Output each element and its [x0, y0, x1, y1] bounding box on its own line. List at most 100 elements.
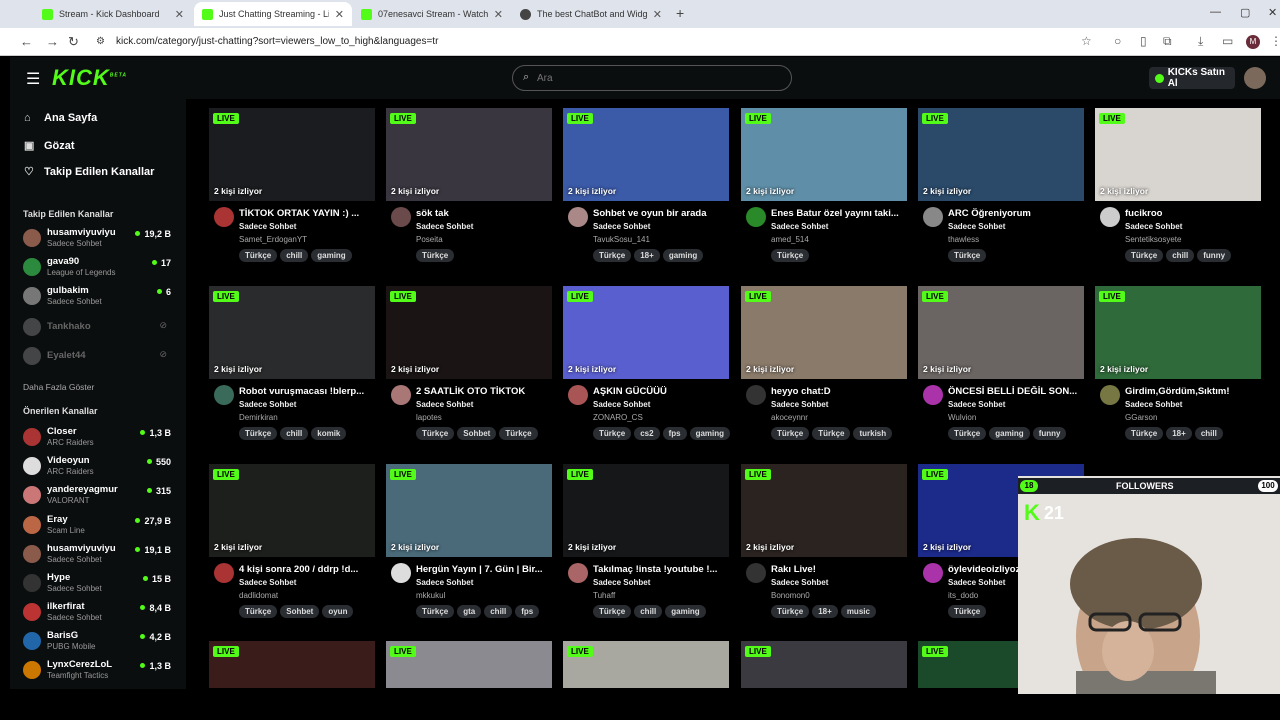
stream-card[interactable]: LIVE 2 kişi izliyor Takılmaç !insta !youtu… [563, 464, 729, 636]
minimize-icon[interactable]: — [1210, 6, 1221, 18]
new-tab-icon[interactable]: + [676, 5, 684, 21]
tag-chip[interactable]: music [840, 605, 876, 618]
stream-card[interactable]: LIVE 2 kişi izliyor ARC Öğreniyorum Sadece … [918, 108, 1084, 280]
tag-chip[interactable]: Türkçe [1125, 427, 1164, 440]
browser-tab[interactable]: Just Chatting Streaming - Live S ✕ [194, 2, 352, 26]
sidebar-channel-item[interactable]: Eyalet44 ⊘ [23, 343, 183, 369]
menu-dots-icon[interactable]: ⋮ [1270, 34, 1280, 48]
bookmark-star-icon[interactable]: ☆ [1081, 34, 1092, 48]
tag-chip[interactable]: gta [457, 605, 482, 618]
streamer-name[interactable]: ZONARO_CS [593, 413, 643, 422]
streamer-avatar[interactable] [746, 385, 766, 405]
streamer-name[interactable]: Poseita [416, 235, 443, 244]
stream-title[interactable]: 2 SAATLİK OTO TİKTOK [416, 386, 552, 397]
sidebar-nav-item[interactable]: ♡ Takip Edilen Kanallar [24, 165, 154, 179]
streamer-avatar[interactable] [746, 207, 766, 227]
streamer-avatar[interactable] [568, 207, 588, 227]
streamer-name[interactable]: lapotes [416, 413, 442, 422]
tag-chip[interactable]: 18+ [1166, 427, 1192, 440]
streamer-avatar[interactable] [391, 385, 411, 405]
stream-category[interactable]: Sadece Sohbet [948, 578, 1005, 587]
streamer-name[interactable]: thawless [948, 235, 979, 244]
tab-close-icon[interactable]: ✕ [175, 8, 184, 21]
stream-card[interactable]: LIVE 2 kişi izliyor fucikroo Sadece Sohbet S… [1095, 108, 1261, 280]
stream-category[interactable]: Sadece Sohbet [1125, 400, 1182, 409]
tag-chip[interactable]: gaming [689, 427, 731, 440]
stream-category[interactable]: Sadece Sohbet [593, 400, 650, 409]
sidebar-channel-item[interactable]: Eray Scam Line 27,9 B [23, 512, 183, 538]
tab-close-icon[interactable]: ✕ [653, 8, 662, 21]
show-more-link[interactable]: Daha Fazla Göster [23, 382, 94, 392]
tag-chip[interactable]: funny [1197, 249, 1232, 262]
stream-title[interactable]: ÖNCESİ BELLİ DEĞİL SON... [948, 386, 1084, 397]
streamer-avatar[interactable] [214, 385, 234, 405]
tag-chip[interactable]: Türkçe [771, 427, 810, 440]
streamer-avatar[interactable] [746, 563, 766, 583]
stream-card[interactable]: LIVE 2 kişi izliyor 2 SAATLİK OTO TİKTOK Sa… [386, 286, 552, 458]
stream-title[interactable]: ARC Öğreniyorum [948, 208, 1084, 219]
stream-thumbnail[interactable]: LIVE 2 kişi izliyor [1095, 286, 1261, 379]
streamer-avatar[interactable] [568, 385, 588, 405]
stream-thumbnail[interactable]: LIVE 2 kişi izliyor [1095, 108, 1261, 201]
tag-chip[interactable]: funny [1032, 427, 1067, 440]
tab-close-icon[interactable]: ✕ [494, 8, 503, 21]
stream-card[interactable]: LIVE 2 kişi izliyor Sohbet ve oyun bir ara… [563, 108, 729, 280]
stream-category[interactable]: Sadece Sohbet [1125, 222, 1182, 231]
tag-chip[interactable]: Türkçe [499, 427, 538, 440]
sidebar-channel-item[interactable]: BarisG PUBG Mobile 4,2 B [23, 628, 183, 654]
streamer-name[interactable]: GGarson [1125, 413, 1157, 422]
stream-title[interactable]: 4 kişi sonra 200 / ddrp !d... [239, 564, 375, 575]
streamer-name[interactable]: amed_514 [771, 235, 809, 244]
stream-title[interactable]: heyyo chat:D [771, 386, 907, 397]
stream-thumbnail[interactable]: LIVE 2 kişi izliyor [209, 286, 375, 379]
tag-chip[interactable]: gaming [665, 605, 706, 618]
stream-card[interactable]: LIVE 2 kişi izliyor AŞKIN GÜCÜÜÜ Sadece Soh… [563, 286, 731, 458]
browser-tab[interactable]: Stream - Kick Dashboard ✕ [34, 2, 192, 26]
stream-card[interactable]: LIVE 2 kişi izliyor TİKTOK ORTAK YAYIN :) … [209, 108, 375, 280]
sidebar-channel-item[interactable]: gava90 League of Legends 17 [23, 254, 183, 280]
stream-title[interactable]: Rakı Live! [771, 564, 907, 575]
stream-card[interactable]: LIVE 2 kişi izliyor sök tak Sadece Sohbet Po… [386, 108, 552, 280]
buy-kicks-button[interactable]: KICKs Satın Al [1149, 67, 1235, 89]
tag-chip[interactable]: turkish [853, 427, 893, 440]
back-icon[interactable]: ← [20, 34, 33, 49]
url-text[interactable]: kick.com/category/just-chatting?sort=vie… [116, 36, 438, 47]
tag-chip[interactable]: chill [280, 249, 309, 262]
tag-chip[interactable]: komik [311, 427, 347, 440]
tag-chip[interactable]: Türkçe [593, 427, 632, 440]
tag-chip[interactable]: Türkçe [593, 605, 632, 618]
close-window-icon[interactable]: ✕ [1268, 6, 1277, 19]
stream-card[interactable]: LIVE [386, 641, 552, 688]
stream-card[interactable]: LIVE 2 kişi izliyor Enes Batur özel yayını… [741, 108, 907, 280]
stream-card[interactable]: LIVE [741, 641, 907, 688]
stream-category[interactable]: Sadece Sohbet [593, 222, 650, 231]
stream-title[interactable]: TİKTOK ORTAK YAYIN :) ... [239, 208, 375, 219]
stream-category[interactable]: Sadece Sohbet [239, 578, 296, 587]
tag-chip[interactable]: cs2 [634, 427, 660, 440]
tag-chip[interactable]: Türkçe [1125, 249, 1164, 262]
stream-title[interactable]: Takılmaç !insta !youtube !... [593, 564, 729, 575]
extension-icon[interactable]: ○ [1114, 34, 1121, 48]
tag-chip[interactable]: 18+ [812, 605, 838, 618]
reload-icon[interactable]: ↻ [68, 34, 79, 50]
stream-thumbnail[interactable]: LIVE 2 kişi izliyor [209, 108, 375, 201]
forward-icon[interactable]: → [46, 34, 59, 49]
sidebar-nav-item[interactable]: ⌂ Ana Sayfa [24, 112, 97, 124]
streamer-name[interactable]: akoceynnr [771, 413, 808, 422]
streamer-name[interactable]: Bonomon0 [771, 591, 810, 600]
tag-chip[interactable]: Türkçe [812, 427, 851, 440]
tag-chip[interactable]: Türkçe [416, 249, 455, 262]
stream-title[interactable]: sök tak [416, 208, 552, 219]
streamer-avatar[interactable] [923, 563, 943, 583]
sidebar-channel-item[interactable]: Videoyun ARC Raiders 550 [23, 453, 183, 479]
stream-category[interactable]: Sadece Sohbet [416, 578, 473, 587]
stream-thumbnail[interactable]: LIVE 2 kişi izliyor [563, 286, 729, 379]
streamer-name[interactable]: Sentetiksosyete [1125, 235, 1181, 244]
stream-category[interactable]: Sadece Sohbet [416, 222, 473, 231]
stream-category[interactable]: Sadece Sohbet [948, 222, 1005, 231]
stream-title[interactable]: Girdim,Gördüm,Sıktım! [1125, 386, 1261, 397]
stream-thumbnail[interactable]: LIVE [563, 641, 729, 688]
streamer-name[interactable]: Samet_ErdoganYT [239, 235, 307, 244]
stream-category[interactable]: Sadece Sohbet [771, 578, 828, 587]
streamer-avatar[interactable] [214, 563, 234, 583]
